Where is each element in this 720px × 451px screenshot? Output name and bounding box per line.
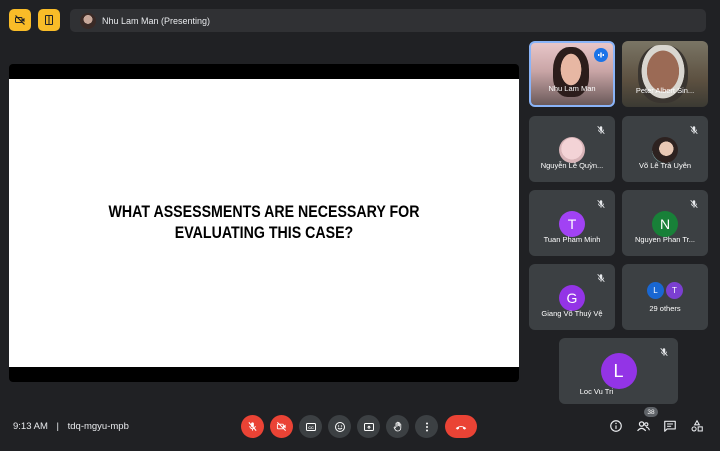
mic-off-icon [596, 273, 606, 283]
reactions-button[interactable] [328, 415, 351, 438]
presenter-avatar [80, 12, 96, 29]
control-bar: 9:13 AM | tdq-mgyu-mpb CC [0, 405, 720, 451]
fullscreen-button[interactable] [38, 9, 60, 31]
video-off-icon [276, 421, 287, 432]
svg-text:CC: CC [308, 425, 314, 429]
emoji-icon [334, 421, 346, 433]
activities-button[interactable] [688, 417, 706, 435]
microphone-button[interactable] [241, 415, 264, 438]
participant-tile-nguyen-phan-tr[interactable]: N Nguyen Phan Tr... [622, 190, 708, 256]
video-off-icon [14, 14, 26, 26]
camera-button[interactable] [270, 415, 293, 438]
mic-off-icon [659, 347, 669, 357]
participant-tile-loc-vu-tri[interactable]: L Loc Vu Tri [559, 338, 678, 404]
participant-tile-nhu-lam-man[interactable]: Nhu Lam Man [529, 41, 615, 107]
avatar: G [559, 285, 585, 311]
presenter-label: Nhu Lam Man (Presenting) [102, 15, 211, 26]
avatar [652, 137, 678, 163]
avatar: T [559, 211, 585, 237]
leave-call-button[interactable] [445, 415, 477, 438]
participant-name: Giang Võ Thuý Vệ [541, 309, 603, 318]
shared-screen: WHAT ASSESSMENTS ARE NECESSARY FOR EVALU… [9, 64, 519, 382]
others-avatars: L T [622, 282, 708, 299]
chat-button[interactable] [661, 417, 679, 435]
chat-icon [663, 419, 677, 433]
participant-name: Võ Lê Trà Uyên [638, 161, 692, 170]
shapes-icon [690, 419, 704, 433]
meeting-code: tdq-mgyu-mpb [67, 421, 129, 432]
captions-button[interactable]: CC [299, 415, 322, 438]
meeting-info: 9:13 AM | tdq-mgyu-mpb [13, 421, 129, 432]
closed-captions-icon: CC [305, 421, 317, 433]
mic-off-icon [596, 199, 606, 209]
divider: | [56, 421, 59, 432]
participant-name: Tuan Pham Minh [543, 235, 601, 244]
people-icon [636, 419, 651, 434]
participant-name: Peter Albert Sin... [635, 86, 695, 95]
more-vert-icon [421, 421, 433, 433]
participant-tile-peter[interactable]: Peter Albert Sin... [622, 41, 708, 107]
raise-hand-button[interactable] [386, 415, 409, 438]
slide-title: WHAT ASSESSMENTS ARE NECESSARY FOR EVALU… [108, 203, 420, 242]
call-end-icon [454, 420, 468, 434]
info-icon [609, 419, 623, 433]
participant-name: Nguyễn Lê Quỳn... [540, 161, 604, 170]
meeting-time: 9:13 AM [13, 421, 48, 432]
avatar: T [666, 282, 683, 299]
more-options-button[interactable] [415, 415, 438, 438]
hand-icon [392, 421, 404, 433]
participant-name: Loc Vu Tri [579, 387, 614, 396]
present-screen-icon [363, 421, 375, 433]
participant-tile-giang-vo[interactable]: G Giang Võ Thuý Vệ [529, 264, 615, 330]
avatar: L [647, 282, 664, 299]
mic-off-icon [596, 125, 606, 135]
avatar [559, 137, 585, 163]
participant-tile-vo-le-tra-uyen[interactable]: Võ Lê Trà Uyên [622, 116, 708, 182]
presentation-bar[interactable]: Nhu Lam Man (Presenting) [70, 9, 706, 32]
others-label: 29 others [649, 304, 681, 313]
mic-off-icon [247, 421, 258, 432]
mic-off-icon [689, 199, 699, 209]
people-button[interactable] [634, 417, 652, 435]
slide-canvas: WHAT ASSESSMENTS ARE NECESSARY FOR EVALU… [9, 79, 519, 367]
meeting-details-button[interactable] [607, 417, 625, 435]
speaking-indicator-icon [594, 48, 608, 62]
hide-self-view-button[interactable] [9, 9, 31, 31]
others-tile[interactable]: L T 29 others [622, 264, 708, 330]
participant-name: Nhu Lam Man [548, 84, 596, 93]
pin-icon [43, 14, 55, 26]
participant-tile-nguyen-le-quyn[interactable]: Nguyễn Lê Quỳn... [529, 116, 615, 182]
participant-tile-tuan-pham-minh[interactable]: T Tuan Pham Minh [529, 190, 615, 256]
participant-name: Nguyen Phan Tr... [634, 235, 696, 244]
mic-off-icon [689, 125, 699, 135]
participant-count-badge: 38 [644, 407, 658, 417]
avatar: L [600, 353, 637, 389]
avatar: N [652, 211, 678, 237]
present-button[interactable] [357, 415, 380, 438]
